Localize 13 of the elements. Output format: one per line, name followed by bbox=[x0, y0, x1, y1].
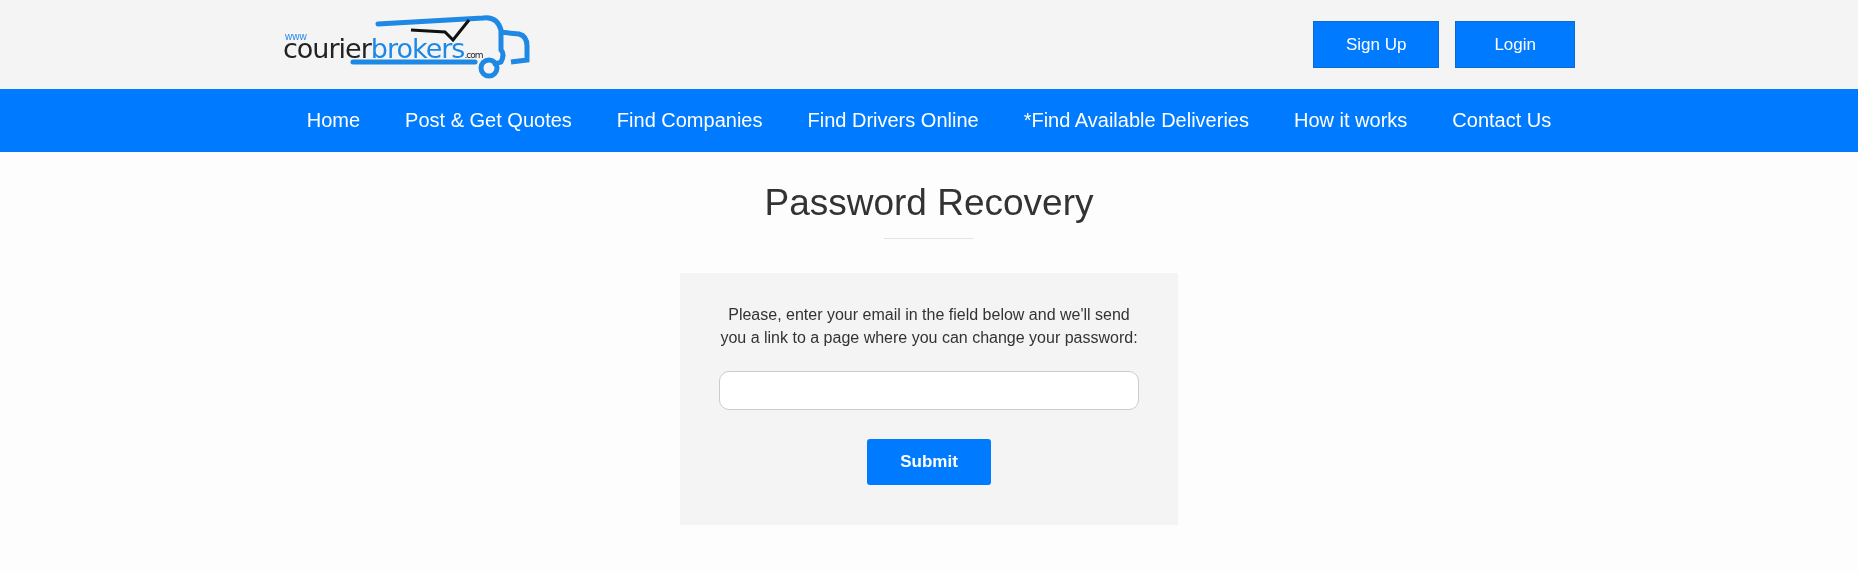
page-title: Password Recovery bbox=[764, 182, 1094, 224]
nav-link[interactable]: Find Companies bbox=[616, 109, 763, 132]
email-field[interactable] bbox=[719, 371, 1139, 410]
nav-link[interactable]: How it works bbox=[1293, 109, 1408, 132]
instructions-text: Please, enter your email in the field below and we'll send you a link to a page where you can change your password: bbox=[719, 305, 1139, 348]
header-button[interactable]: Login bbox=[1455, 21, 1575, 68]
header-button[interactable]: Sign Up bbox=[1312, 21, 1440, 68]
nav-link[interactable]: Post & Get Quotes bbox=[405, 109, 572, 132]
nav-link[interactable]: Home bbox=[306, 109, 361, 132]
nav-link[interactable]: Contact Us bbox=[1452, 109, 1552, 132]
submit-button[interactable]: Submit bbox=[867, 439, 991, 485]
nav-link[interactable]: Find Drivers Online bbox=[807, 109, 979, 132]
nav-link[interactable]: *Find Available Deliveries bbox=[1023, 109, 1249, 132]
